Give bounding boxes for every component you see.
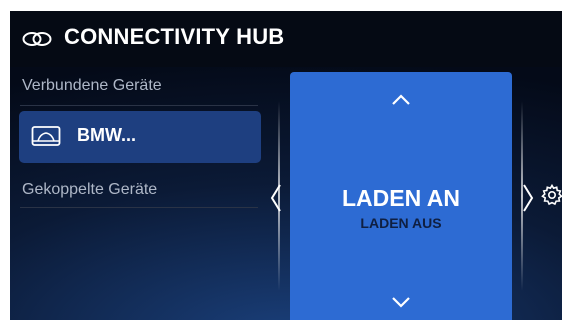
- gear-icon[interactable]: [540, 183, 562, 207]
- page-title: CONNECTIVITY HUB: [64, 24, 285, 49]
- title-bar: CONNECTIVITY HUB: [10, 11, 562, 67]
- chevron-left-icon[interactable]: [270, 183, 282, 213]
- divider: [20, 207, 258, 208]
- chevron-right-icon[interactable]: [522, 183, 534, 213]
- chevron-down-icon[interactable]: [391, 296, 411, 308]
- charging-selector-panel[interactable]: LADEN AN LADEN AUS: [290, 72, 512, 320]
- car-screen-icon: [31, 126, 61, 146]
- paired-devices-label: Gekoppelte Geräte: [22, 181, 158, 198]
- device-item-bmw[interactable]: BMW...: [19, 111, 261, 163]
- connectivity-hub-screen: CONNECTIVITY HUB Verbundene Geräte BMW..…: [10, 11, 562, 320]
- divider: [20, 105, 258, 106]
- charging-on-option[interactable]: LADEN AN: [290, 185, 512, 212]
- link-icon: [22, 32, 52, 46]
- connected-devices-label: Verbundene Geräte: [22, 77, 162, 94]
- charging-off-option[interactable]: LADEN AUS: [290, 215, 512, 231]
- device-label: BMW...: [77, 125, 136, 145]
- chevron-up-icon[interactable]: [391, 94, 411, 106]
